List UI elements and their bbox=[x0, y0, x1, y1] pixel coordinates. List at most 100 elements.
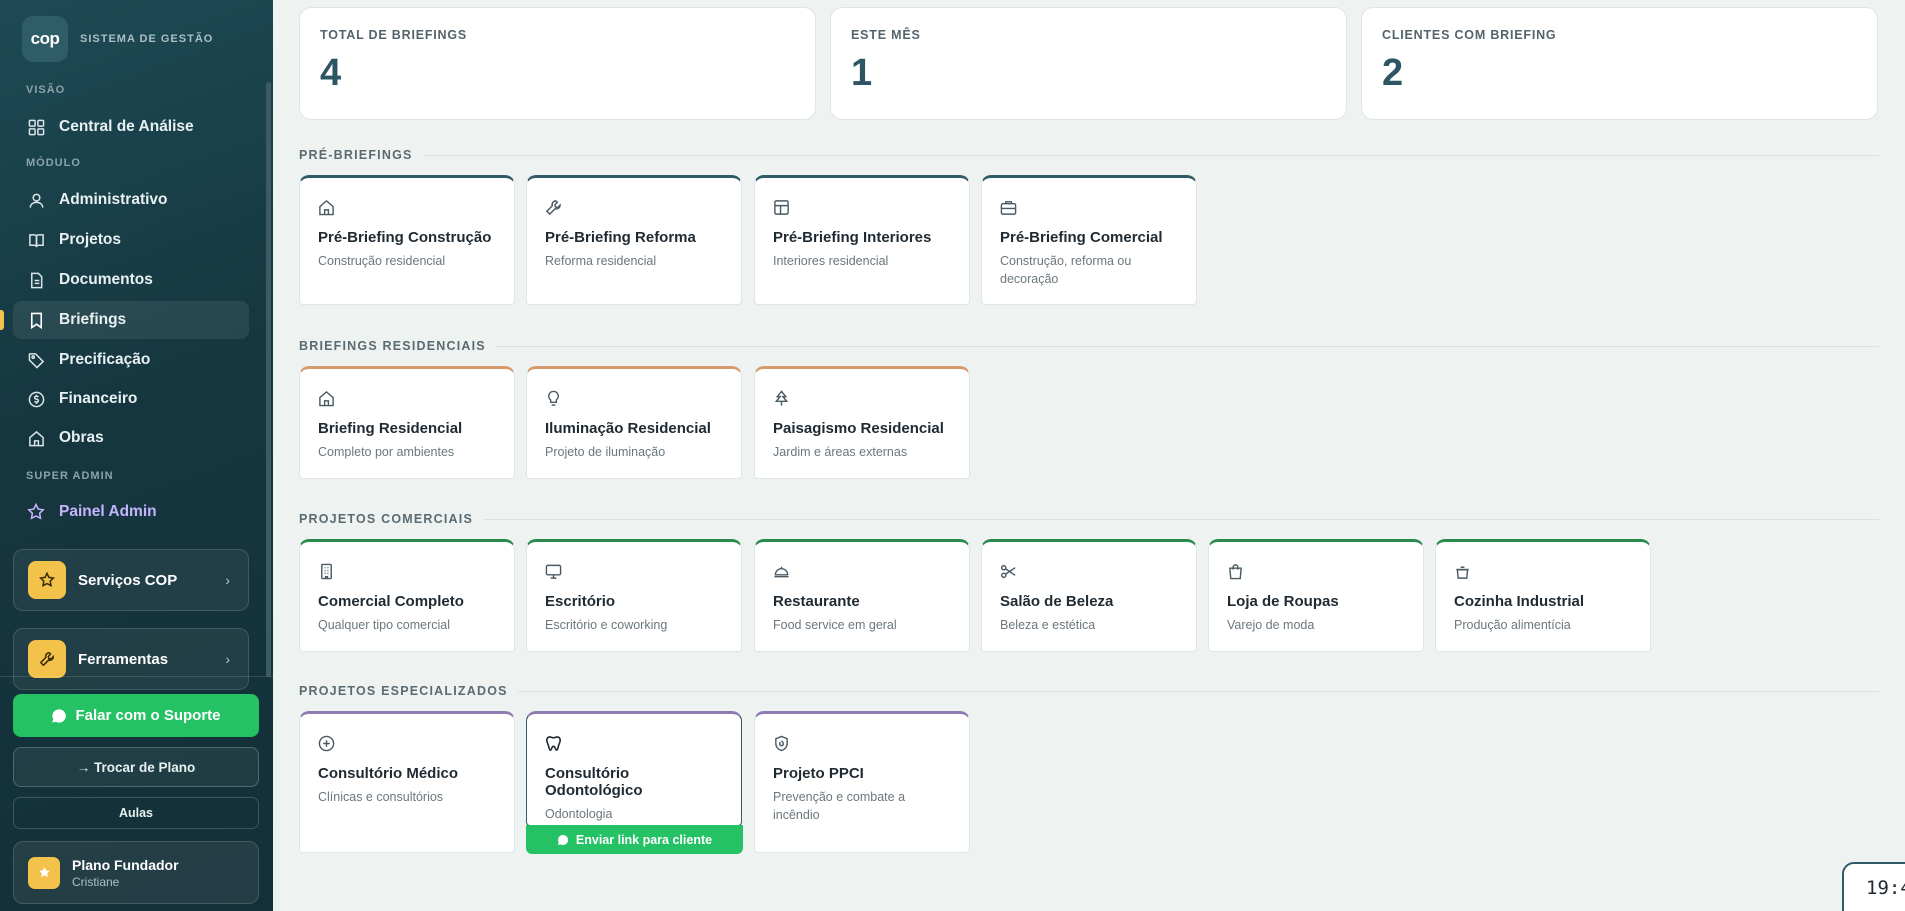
plus-circle-icon bbox=[318, 734, 336, 752]
stat-card-total: TOTAL DE BRIEFINGS 4 bbox=[299, 7, 816, 120]
sidebar-item-label: Briefings bbox=[59, 311, 127, 328]
chat-icon bbox=[557, 834, 569, 846]
brand[interactable]: cop SISTEMA DE GESTÃO bbox=[22, 16, 213, 62]
send-link-button[interactable]: Enviar link para cliente bbox=[526, 825, 743, 854]
sidebar-item-obras[interactable]: Obras bbox=[13, 419, 249, 457]
tile-title: Salão de Beleza bbox=[1000, 593, 1114, 610]
scissors-icon bbox=[1000, 562, 1018, 580]
active-indicator bbox=[0, 310, 4, 330]
stat-value: 1 bbox=[851, 52, 873, 94]
stat-value: 4 bbox=[320, 52, 342, 94]
section-title: PROJETOS ESPECIALIZADOS bbox=[299, 684, 508, 698]
plan-name: Plano Fundador bbox=[72, 856, 179, 873]
tile-pre-reforma[interactable]: Pré-Briefing Reforma Reforma residencial bbox=[526, 175, 742, 305]
tile-desc: Escritório e coworking bbox=[545, 618, 668, 632]
support-button[interactable]: Falar com o Suporte bbox=[13, 694, 259, 737]
tile-title: Iluminação Residencial bbox=[545, 420, 711, 437]
chevron-right-icon: › bbox=[225, 651, 230, 667]
logo: cop bbox=[22, 16, 68, 62]
sidebar-item-label: Financeiro bbox=[59, 390, 138, 407]
ferramentas-label: Ferramentas bbox=[78, 650, 169, 668]
sidebar-item-label: Central de Análise bbox=[59, 118, 194, 135]
support-label: Falar com o Suporte bbox=[75, 707, 221, 724]
tile-title: Briefing Residencial bbox=[318, 420, 463, 437]
tooth-icon bbox=[545, 734, 563, 752]
tile-desc: Varejo de moda bbox=[1227, 618, 1315, 632]
tile-desc: Projeto de iluminação bbox=[545, 445, 666, 459]
layout-icon bbox=[773, 198, 791, 216]
section-briefings-residenciais: BRIEFINGS RESIDENCIAIS bbox=[299, 339, 1879, 353]
grid-icon bbox=[27, 118, 45, 136]
tile-desc: Reforma residencial bbox=[545, 254, 657, 268]
pot-icon bbox=[1454, 562, 1472, 580]
chat-icon bbox=[51, 708, 67, 724]
stat-card-month: ESTE MÊS 1 bbox=[830, 7, 1347, 120]
sidebar-item-label: Painel Admin bbox=[59, 503, 157, 520]
sidebar-item-administrativo[interactable]: Administrativo bbox=[13, 181, 249, 219]
plan-card[interactable]: Plano Fundador Cristiane bbox=[13, 841, 259, 904]
stat-label: CLIENTES COM BRIEFING bbox=[1382, 28, 1557, 42]
tile-projeto-ppci[interactable]: Projeto PPCI Prevenção e combate a incên… bbox=[754, 711, 970, 853]
star-icon bbox=[28, 856, 60, 889]
tile-title: Consultório Médico bbox=[318, 765, 458, 782]
tile-title: Consultório Odontológico bbox=[545, 765, 643, 799]
sidebar-item-label: Precificação bbox=[59, 351, 151, 368]
sidebar-scrollbar[interactable] bbox=[266, 82, 271, 677]
section-label-modulo: MÓDULO bbox=[26, 157, 81, 169]
shopping-bag-icon bbox=[1227, 562, 1245, 580]
sidebar-item-documentos[interactable]: Documentos bbox=[13, 261, 249, 299]
section-label-super-admin: SUPER ADMIN bbox=[26, 470, 114, 482]
wrench-icon bbox=[545, 198, 563, 216]
servicos-cop-button[interactable]: Serviços COP › bbox=[13, 549, 249, 611]
brand-name: SISTEMA DE GESTÃO bbox=[80, 33, 214, 45]
stat-card-clients: CLIENTES COM BRIEFING 2 bbox=[1361, 7, 1878, 120]
tile-title: Cozinha Industrial bbox=[1454, 593, 1585, 610]
tile-briefing-residencial[interactable]: Briefing Residencial Completo por ambien… bbox=[299, 366, 515, 479]
change-plan-button[interactable]: → Trocar de Plano bbox=[13, 747, 259, 787]
tile-salao-de-beleza[interactable]: Salão de Beleza Beleza e estética bbox=[981, 539, 1197, 652]
tile-title: Loja de Roupas bbox=[1227, 593, 1339, 610]
tile-desc: Completo por ambientes bbox=[318, 445, 455, 459]
tile-escritorio[interactable]: Escritório Escritório e coworking bbox=[526, 539, 742, 652]
coin-icon bbox=[27, 390, 45, 408]
tile-pre-interiores[interactable]: Pré-Briefing Interiores Interiores resid… bbox=[754, 175, 970, 305]
sidebar-item-label: Obras bbox=[59, 429, 104, 446]
tile-cozinha-industrial[interactable]: Cozinha Industrial Produção alimentícia bbox=[1435, 539, 1651, 652]
tile-pre-comercial[interactable]: Pré-Briefing Comercial Construção, refor… bbox=[981, 175, 1197, 305]
clock-widget: 19:4 bbox=[1842, 862, 1905, 911]
tile-iluminacao-residencial[interactable]: Iluminação Residencial Projeto de ilumin… bbox=[526, 366, 742, 479]
sidebar-item-financeiro[interactable]: Financeiro bbox=[13, 380, 249, 418]
tile-desc: Interiores residencial bbox=[773, 254, 889, 268]
stat-label: ESTE MÊS bbox=[851, 28, 921, 42]
tile-title: Pré-Briefing Construção bbox=[318, 229, 492, 246]
sidebar-item-label: Documentos bbox=[59, 271, 153, 288]
aulas-button[interactable]: Aulas bbox=[13, 797, 259, 829]
sidebar-item-label: Administrativo bbox=[59, 191, 168, 208]
tile-consultorio-medico[interactable]: Consultório Médico Clínicas e consultóri… bbox=[299, 711, 515, 853]
sidebar-item-projetos[interactable]: Projetos bbox=[13, 221, 249, 259]
tile-pre-construcao[interactable]: Pré-Briefing Construção Construção resid… bbox=[299, 175, 515, 305]
tile-title: Paisagismo Residencial bbox=[773, 420, 944, 437]
stat-value: 2 bbox=[1382, 52, 1404, 94]
monitor-icon bbox=[545, 562, 563, 580]
plan-user: Cristiane bbox=[72, 874, 120, 889]
tile-consultorio-odontologico[interactable]: Consultório Odontológico Odontologia bbox=[526, 711, 742, 826]
sidebar-item-central[interactable]: Central de Análise bbox=[13, 108, 249, 146]
tile-desc: Food service em geral bbox=[773, 618, 897, 632]
chevron-right-icon: › bbox=[225, 572, 230, 588]
tile-title: Restaurante bbox=[773, 593, 860, 610]
ferramentas-button[interactable]: Ferramentas › bbox=[13, 628, 249, 690]
star-icon bbox=[27, 503, 45, 521]
tile-restaurante[interactable]: Restaurante Food service em geral bbox=[754, 539, 970, 652]
tile-loja-de-roupas[interactable]: Loja de Roupas Varejo de moda bbox=[1208, 539, 1424, 652]
section-title: PROJETOS COMERCIAIS bbox=[299, 512, 473, 526]
section-projetos-comerciais: PROJETOS COMERCIAIS bbox=[299, 512, 1879, 526]
sidebar-item-painel-admin[interactable]: Painel Admin bbox=[13, 493, 249, 531]
sidebar-item-precificacao[interactable]: Precificação bbox=[13, 341, 249, 379]
tile-comercial-completo[interactable]: Comercial Completo Qualquer tipo comerci… bbox=[299, 539, 515, 652]
user-icon bbox=[27, 191, 45, 209]
tile-desc: Prevenção e combate a incêndio bbox=[773, 790, 906, 822]
tile-desc: Construção, reforma ou decoração bbox=[1000, 254, 1132, 286]
tile-paisagismo-residencial[interactable]: Paisagismo Residencial Jardim e áreas ex… bbox=[754, 366, 970, 479]
sidebar-item-briefings[interactable]: Briefings bbox=[13, 301, 249, 339]
